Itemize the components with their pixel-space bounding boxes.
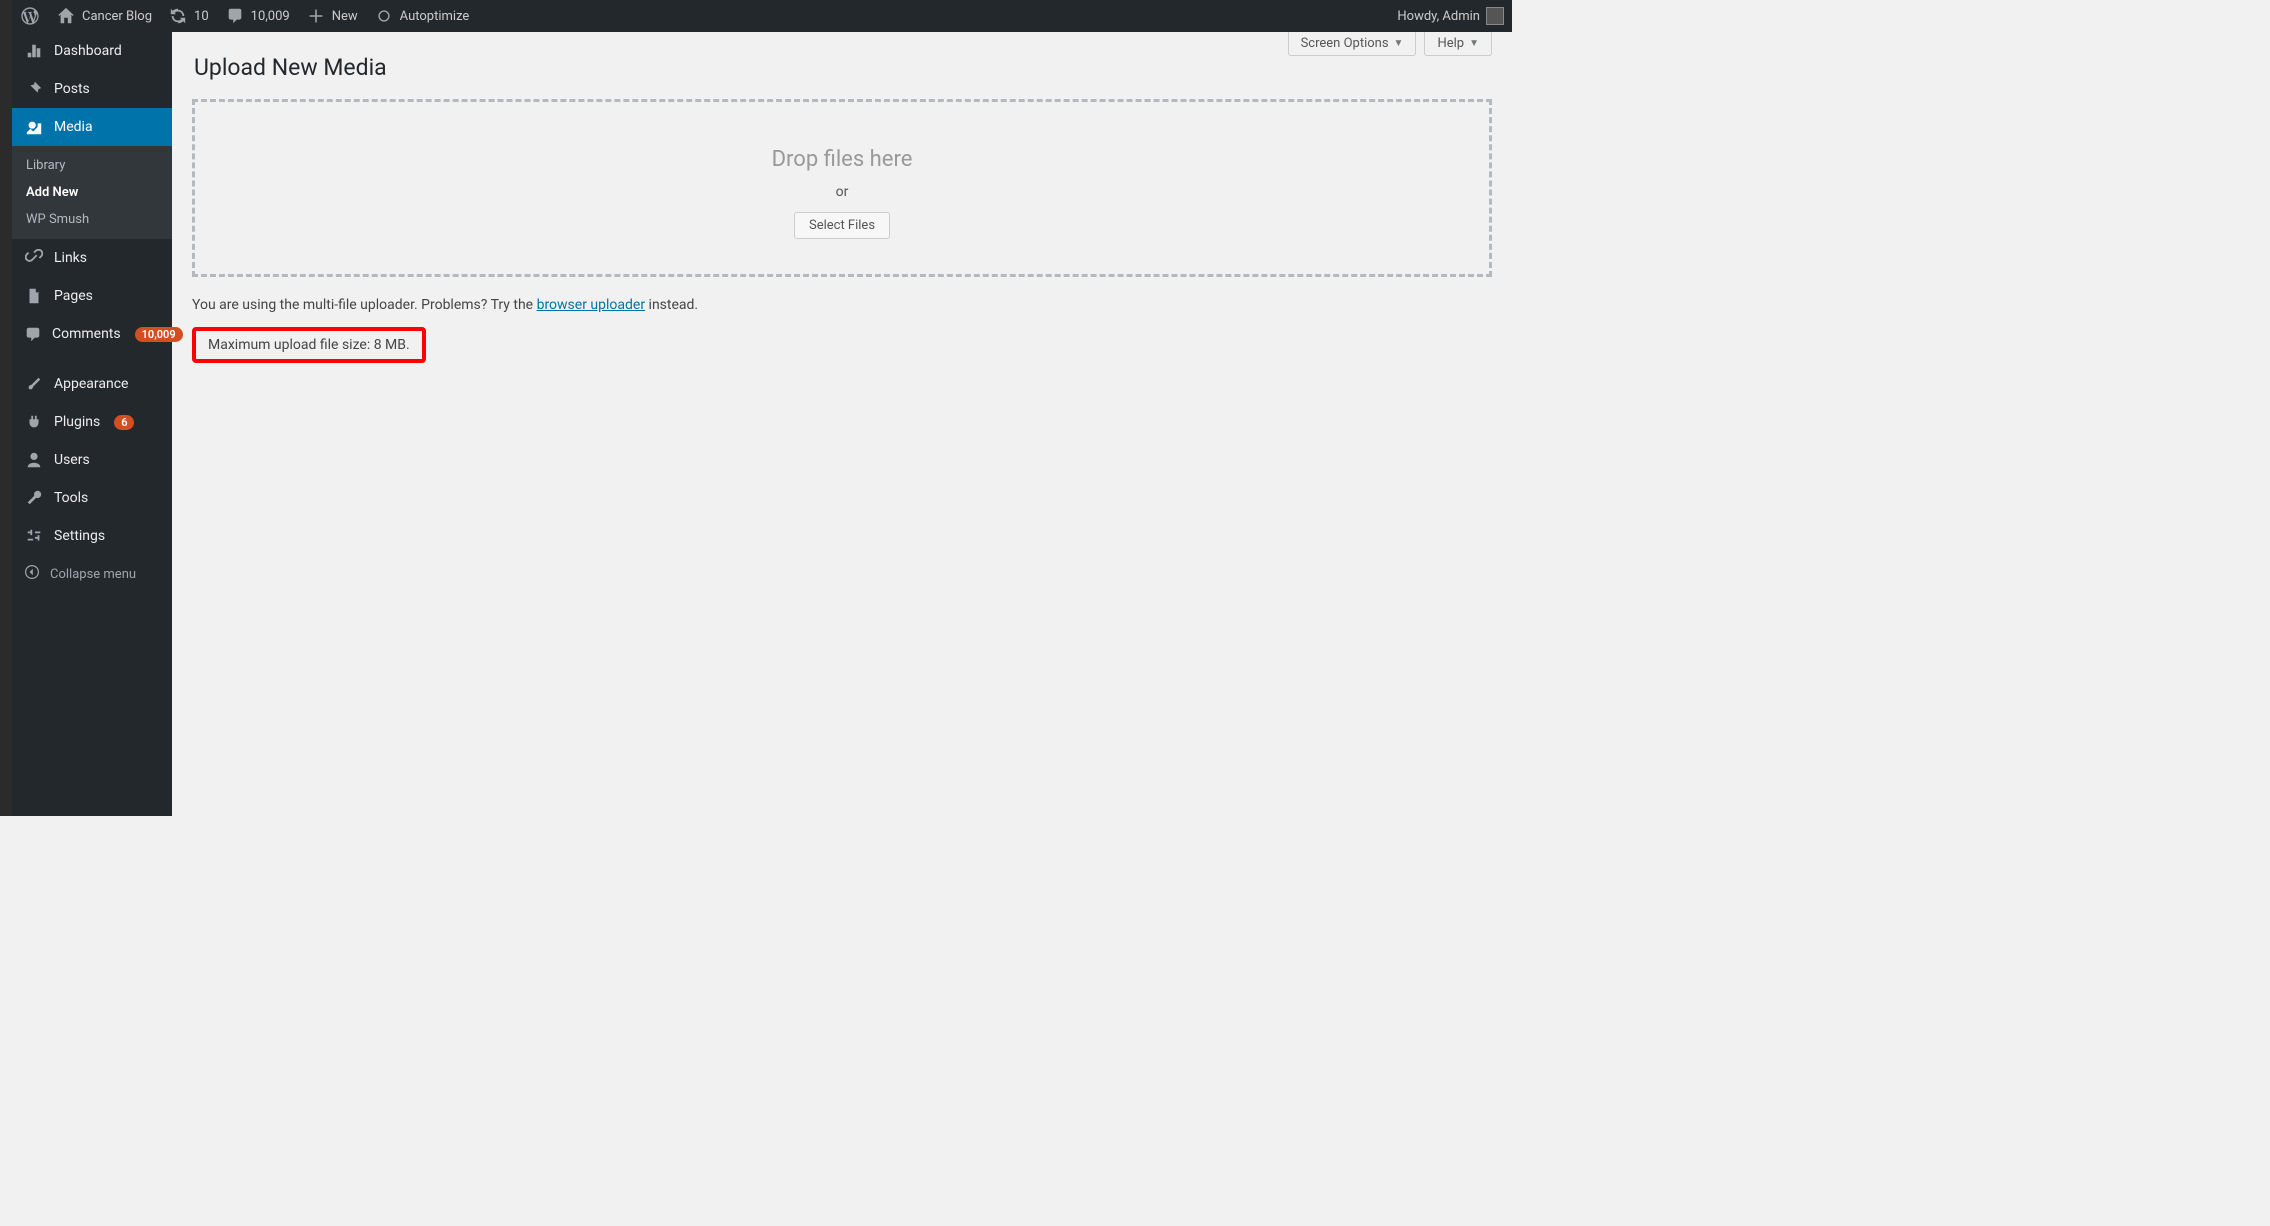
comment-icon (24, 324, 42, 344)
menu-plugins[interactable]: Plugins 6 (12, 403, 172, 441)
update-icon (168, 6, 188, 26)
menu-settings-label: Settings (54, 528, 105, 544)
submenu-library[interactable]: Library (12, 152, 172, 179)
wrench-icon (24, 488, 44, 508)
plus-icon (306, 6, 326, 26)
admin-sidebar: Dashboard Posts Media Library Add New WP… (12, 32, 172, 816)
autoptimize-link[interactable]: Autoptimize (366, 0, 478, 32)
menu-pages[interactable]: Pages (12, 277, 172, 315)
page-title: Upload New Media (194, 54, 1492, 81)
media-icon (24, 117, 44, 137)
sliders-icon (24, 526, 44, 546)
browser-uploader-link[interactable]: browser uploader (537, 297, 646, 313)
menu-appearance[interactable]: Appearance (12, 365, 172, 403)
site-name-text: Cancer Blog (82, 9, 152, 24)
window-edge-stripe (0, 0, 12, 816)
avatar (1486, 7, 1504, 25)
page-icon (24, 286, 44, 306)
new-label: New (332, 9, 358, 24)
menu-links-label: Links (54, 250, 87, 266)
updates-link[interactable]: 10 (160, 0, 217, 32)
pin-icon (24, 79, 44, 99)
max-upload-text: Maximum upload file size: 8 MB. (208, 337, 410, 353)
uploader-notice: You are using the multi-file uploader. P… (192, 297, 1492, 313)
upload-dropzone[interactable]: Drop files here or Select Files (192, 99, 1492, 277)
menu-posts[interactable]: Posts (12, 70, 172, 108)
updates-count: 10 (194, 9, 209, 24)
collapse-menu[interactable]: Collapse menu (12, 555, 172, 593)
menu-media-label: Media (54, 119, 93, 135)
menu-comments[interactable]: Comments 10,009 (12, 315, 172, 353)
dashboard-icon (24, 41, 44, 61)
media-submenu: Library Add New WP Smush (12, 146, 172, 239)
plug-icon (24, 412, 44, 432)
uploader-notice-a: You are using the multi-file uploader. P… (192, 297, 537, 313)
comments-count: 10,009 (251, 9, 290, 24)
collapse-label: Collapse menu (50, 567, 136, 582)
howdy-text: Howdy, Admin (1397, 9, 1480, 24)
menu-pages-label: Pages (54, 288, 93, 304)
menu-posts-label: Posts (54, 81, 90, 97)
comments-link[interactable]: 10,009 (217, 0, 298, 32)
wordpress-icon (20, 6, 40, 26)
menu-links[interactable]: Links (12, 239, 172, 277)
comment-icon (225, 6, 245, 26)
link-icon (24, 248, 44, 268)
menu-tools-label: Tools (54, 490, 88, 506)
dropzone-or: or (195, 184, 1489, 200)
user-icon (24, 450, 44, 470)
autoptimize-label: Autoptimize (400, 9, 470, 24)
menu-dashboard-label: Dashboard (54, 43, 122, 59)
plugins-badge: 6 (114, 415, 134, 430)
menu-settings[interactable]: Settings (12, 517, 172, 555)
wp-logo-button[interactable] (12, 0, 48, 32)
dropzone-instruction: Drop files here (195, 147, 1489, 172)
menu-tools[interactable]: Tools (12, 479, 172, 517)
site-name-link[interactable]: Cancer Blog (48, 0, 160, 32)
home-icon (56, 6, 76, 26)
content-area: Upload New Media Drop files here or Sele… (172, 32, 1512, 816)
my-account-link[interactable]: Howdy, Admin (1389, 0, 1512, 32)
menu-dashboard[interactable]: Dashboard (12, 32, 172, 70)
new-content-link[interactable]: New (298, 0, 366, 32)
menu-plugins-label: Plugins (54, 414, 100, 430)
admin-bar: Cancer Blog 10 10,009 New Autoptimize Ho… (12, 0, 1512, 32)
uploader-notice-b: instead. (645, 297, 698, 313)
max-upload-highlight: Maximum upload file size: 8 MB. (192, 327, 426, 363)
menu-users-label: Users (54, 452, 90, 468)
menu-appearance-label: Appearance (54, 376, 128, 392)
menu-users[interactable]: Users (12, 441, 172, 479)
collapse-icon (24, 564, 40, 584)
submenu-wp-smush[interactable]: WP Smush (12, 206, 172, 233)
brush-icon (24, 374, 44, 394)
submenu-add-new[interactable]: Add New (12, 179, 172, 206)
menu-comments-label: Comments (52, 326, 121, 342)
circle-icon (374, 6, 394, 26)
menu-media[interactable]: Media (12, 108, 172, 146)
select-files-button[interactable]: Select Files (794, 212, 890, 239)
